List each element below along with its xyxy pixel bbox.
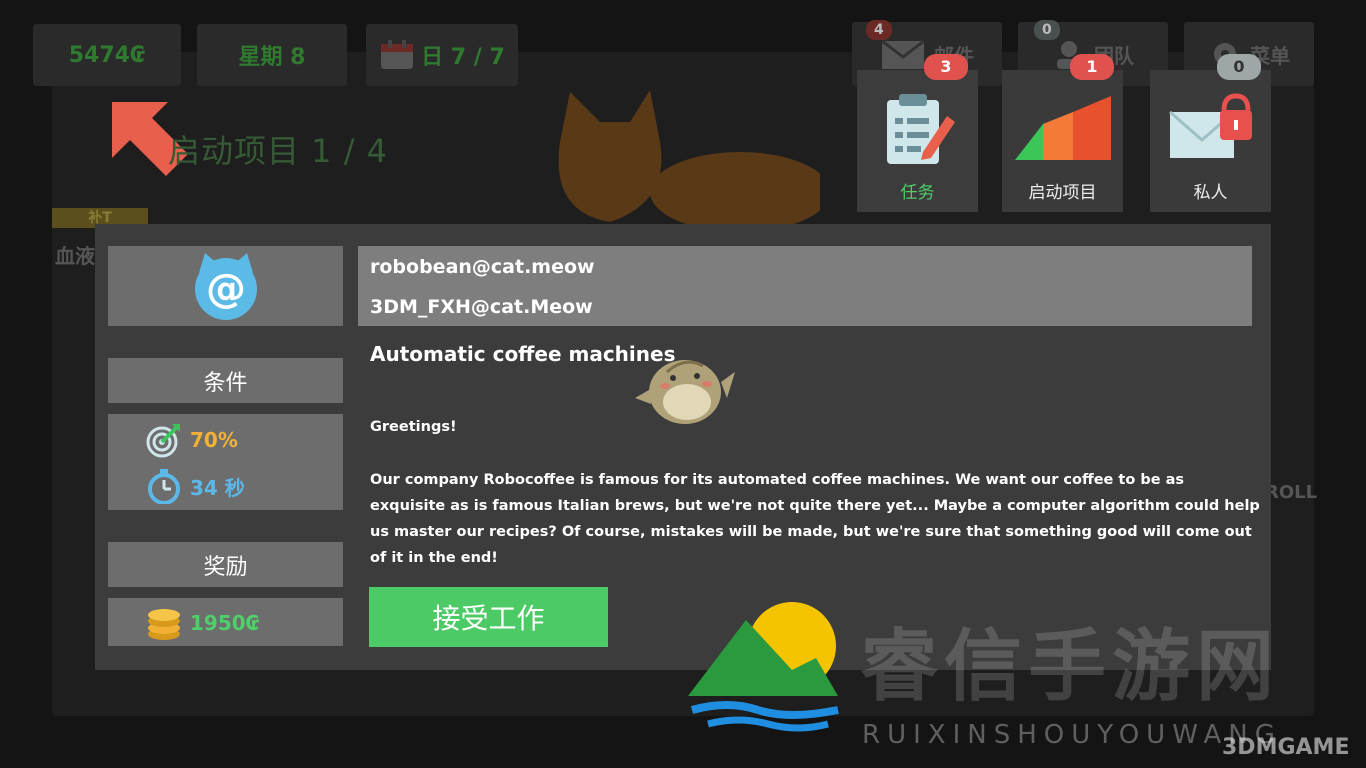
clipboard-task-icon (886, 94, 955, 164)
conditions-box: 70% 34 秒 (108, 414, 343, 510)
message-body: Our company Robocoffee is famous for its… (370, 472, 1260, 566)
accuracy-value: 70% (190, 428, 238, 452)
mail-icon (881, 39, 925, 69)
tab-tasks-label: 任务 (900, 183, 935, 203)
tab-tasks[interactable]: 任务 (857, 70, 978, 212)
tab-startup-projects-label: 启动项目 (1028, 183, 1097, 203)
time-limit-row: 34 秒 (146, 468, 245, 504)
roll-label: ROLL (1265, 482, 1318, 503)
conditions-header: 条件 (108, 358, 343, 403)
email-header: robobean@cat.meow 3DM_FXH@cat.Meow (358, 246, 1252, 326)
svg-text:@: @ (206, 266, 246, 312)
reward-row: 1950₢ (146, 604, 260, 642)
job-title: Automatic coffee machines (370, 342, 676, 366)
watermark-3dm: 3DMGAME (1222, 735, 1350, 760)
cat-decoration (558, 90, 820, 232)
target-icon (146, 424, 180, 458)
message-greeting: Greetings! (370, 419, 457, 435)
sender-avatar-box: @ (108, 246, 343, 326)
time-limit-value: 34 秒 (190, 475, 245, 500)
team-hud-count: 0 (1034, 20, 1060, 40)
money-display: 5474₢ (33, 24, 181, 86)
project-progress-title: 启动项目 1 / 4 (168, 132, 389, 170)
tab-private-label: 私人 (1193, 183, 1228, 203)
watermark-logo (688, 602, 839, 732)
locked-mail-icon (1168, 93, 1252, 158)
day-display: 日 7 / 7 (366, 24, 518, 86)
tab-tasks-badge: 3 (924, 54, 968, 80)
reward-header: 奖励 (108, 542, 343, 587)
calendar-icon (381, 40, 414, 69)
recipient-email[interactable]: 3DM_FXH@cat.Meow (370, 296, 593, 318)
watermark-pinyin: RUIXINSHOUYOUWANG (862, 720, 1282, 750)
week-display: 星期 8 (197, 24, 347, 86)
tab-private[interactable]: 私人 (1150, 70, 1271, 212)
watermark-chinese: 睿信手游网 (860, 621, 1281, 712)
sender-email[interactable]: robobean@cat.meow (370, 256, 595, 278)
cat-at-sign-icon: @ (194, 253, 257, 320)
reward-value: 1950₢ (190, 611, 260, 635)
reward-box: 1950₢ (108, 598, 343, 646)
tab-private-badge: 0 (1217, 54, 1261, 80)
growth-chart-icon (1014, 96, 1111, 160)
tab-startup-projects-badge: 1 (1070, 54, 1114, 80)
coins-icon (148, 609, 180, 640)
tab-startup-projects[interactable]: 启动项目 (1002, 70, 1123, 212)
day-text: 日 7 / 7 (421, 45, 505, 70)
blood-label: 血液 (55, 244, 95, 268)
stopwatch-icon (148, 469, 180, 504)
mail-hud-count: 4 (866, 20, 892, 40)
accept-job-button[interactable]: 接受工作 (369, 587, 608, 647)
accuracy-row: 70% (146, 422, 238, 458)
